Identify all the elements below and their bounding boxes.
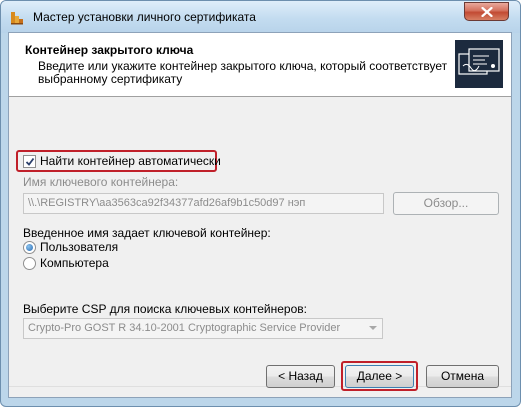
- csp-selected-value: Crypto-Pro GOST R 34.10-2001 Cryptograph…: [28, 322, 341, 334]
- title-bar[interactable]: Мастер установки личного сертификата: [1, 1, 520, 33]
- page-title: Контейнер закрытого ключа: [25, 43, 194, 57]
- back-button[interactable]: < Назад: [266, 365, 335, 388]
- user-radio[interactable]: [23, 241, 36, 254]
- next-button[interactable]: Далее >: [345, 365, 414, 388]
- computer-radio-label[interactable]: Компьютера: [40, 256, 109, 270]
- certificate-icon: [455, 40, 503, 88]
- checkmark-icon: [25, 157, 35, 166]
- user-radio-label[interactable]: Пользователя: [40, 240, 118, 254]
- wizard-header: Контейнер закрытого ключа Введите или ук…: [9, 33, 511, 97]
- radio-selected-dot: [26, 244, 33, 251]
- csp-select[interactable]: Crypto-Pro GOST R 34.10-2001 Cryptograph…: [23, 318, 383, 339]
- container-name-label: Имя ключевого контейнера:: [23, 175, 179, 189]
- auto-find-label[interactable]: Найти контейнер автоматически: [40, 154, 221, 168]
- csp-label: Выберите CSP для поиска ключевых контейн…: [23, 302, 307, 316]
- wizard-app-icon: [11, 12, 23, 25]
- auto-find-checkbox[interactable]: [23, 155, 36, 168]
- page-description: Введите или укажите контейнер закрытого …: [38, 59, 448, 86]
- window-title: Мастер установки личного сертификата: [33, 10, 256, 24]
- chevron-down-icon: [369, 326, 377, 330]
- wizard-client-area: Контейнер закрытого ключа Введите или ук…: [8, 32, 512, 398]
- close-button[interactable]: [464, 2, 509, 21]
- cancel-button[interactable]: Отмена: [426, 365, 499, 388]
- browse-button[interactable]: Обзор...: [393, 192, 499, 215]
- wizard-window: Мастер установки личного сертификата Кон…: [0, 0, 521, 407]
- computer-radio[interactable]: [23, 257, 36, 270]
- container-name-input[interactable]: \\.\REGISTRY\aa3563ca92f34377afd26af9b1c…: [23, 193, 384, 214]
- close-icon: [481, 7, 493, 17]
- key-source-label: Введенное имя задает ключевой контейнер:: [23, 226, 271, 240]
